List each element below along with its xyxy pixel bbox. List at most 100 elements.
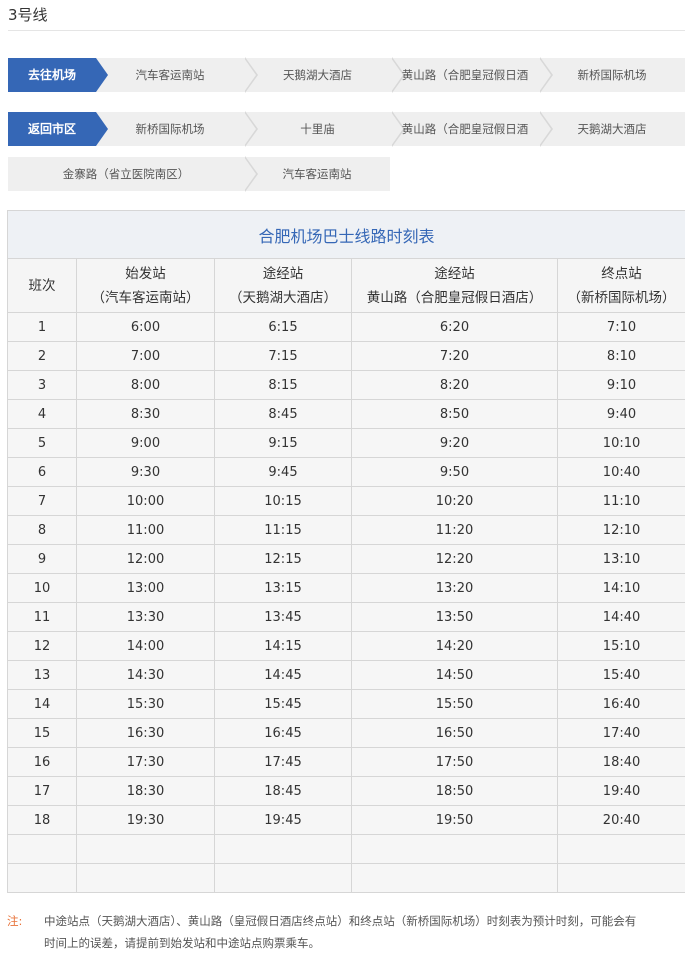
table-cell: 14:40	[556, 602, 685, 632]
table-cell-empty	[556, 863, 685, 893]
table-cell: 8:45	[214, 399, 352, 429]
table-row: 15 16:30 16:45 16:50 17:40	[7, 718, 685, 748]
table-cell: 17	[7, 776, 77, 806]
table-cell: 9:30	[76, 457, 215, 487]
table-cell: 14:30	[76, 660, 215, 690]
table-cell: 14:00	[76, 631, 215, 661]
table-cell: 14:10	[556, 573, 685, 603]
table-row: 4 8:30 8:45 8:50 9:40	[7, 399, 685, 429]
timetable: 合肥机场巴士线路时刻表 班次 始发站 （汽车客运南站） 途经站 （天鹅湖大酒店） 途…	[6, 210, 685, 893]
table-cell: 13:20	[351, 573, 558, 603]
table-cell: 6:20	[351, 312, 558, 342]
table-cell: 20:40	[556, 805, 685, 835]
route-stop: 汽车客运南站	[244, 157, 390, 191]
route-stop: 十里庙	[244, 111, 405, 147]
table-cell: 7	[7, 486, 77, 516]
table-cell: 8:10	[556, 341, 685, 371]
table-cell: 13:45	[214, 602, 352, 632]
table-cell: 13:10	[556, 544, 685, 574]
table-cell-empty	[214, 834, 352, 864]
note-label: 注:	[7, 914, 23, 928]
table-cell: 19:50	[351, 805, 558, 835]
direction-tab-to-city[interactable]: 返回市区	[8, 112, 108, 146]
table-cell: 12:00	[76, 544, 215, 574]
table-cell: 6:15	[214, 312, 352, 342]
table-cell: 15:40	[556, 660, 685, 690]
table-cell: 10	[7, 573, 77, 603]
table-cell-empty	[76, 863, 215, 893]
table-cell: 17:30	[76, 747, 215, 777]
table-cell: 19:30	[76, 805, 215, 835]
table-cell: 12:20	[351, 544, 558, 574]
table-cell: 8	[7, 515, 77, 545]
table-cell: 7:10	[556, 312, 685, 342]
table-cell: 14:50	[351, 660, 558, 690]
timetable-title: 合肥机场巴士线路时刻表	[6, 210, 685, 259]
table-cell: 15	[7, 718, 77, 748]
table-row: 17 18:30 18:45 18:50 19:40	[7, 776, 685, 806]
table-cell: 13:15	[214, 573, 352, 603]
table-cell: 6:00	[76, 312, 215, 342]
table-row: 8 11:00 11:15 11:20 12:10	[7, 515, 685, 545]
table-cell: 9:45	[214, 457, 352, 487]
table-cell: 16:50	[351, 718, 558, 748]
table-row: 9 12:00 12:15 12:20 13:10	[7, 544, 685, 574]
table-row: 12 14:00 14:15 14:20 15:10	[7, 631, 685, 661]
table-cell: 3	[7, 370, 77, 400]
table-cell: 10:00	[76, 486, 215, 516]
table-cell: 14:20	[351, 631, 558, 661]
table-cell: 9:00	[76, 428, 215, 458]
table-cell: 18:30	[76, 776, 215, 806]
route-stop: 新桥国际机场	[539, 58, 685, 92]
table-cell: 15:30	[76, 689, 215, 719]
table-cell: 7:20	[351, 341, 558, 371]
route-stop: 汽车客运南站	[96, 57, 258, 93]
table-cell: 16:45	[214, 718, 352, 748]
table-cell: 10:20	[351, 486, 558, 516]
header-via-1: 途经站 （天鹅湖大酒店）	[214, 258, 352, 313]
timetable-header-row: 班次 始发站 （汽车客运南站） 途经站 （天鹅湖大酒店） 途经站 黄山路（合肥皇冠假日…	[7, 258, 685, 313]
table-cell: 18:40	[556, 747, 685, 777]
table-cell: 10:10	[556, 428, 685, 458]
table-cell-empty	[556, 834, 685, 864]
table-cell-empty	[351, 834, 558, 864]
table-cell: 6	[7, 457, 77, 487]
table-cell: 9:15	[214, 428, 352, 458]
direction-tab-to-airport[interactable]: 去往机场	[8, 58, 108, 92]
table-row: 18 19:30 19:45 19:50 20:40	[7, 805, 685, 835]
table-row: 6 9:30 9:45 9:50 10:40	[7, 457, 685, 487]
table-cell: 16	[7, 747, 77, 777]
table-cell: 18:45	[214, 776, 352, 806]
route-stop: 天鹅湖大酒店	[539, 112, 685, 146]
table-cell: 13	[7, 660, 77, 690]
route-stop: 黄山路（合肥皇冠假日酒	[391, 111, 553, 147]
table-cell: 5	[7, 428, 77, 458]
table-row: 1 6:00 6:15 6:20 7:10	[7, 312, 685, 342]
table-cell: 13:50	[351, 602, 558, 632]
table-cell: 15:10	[556, 631, 685, 661]
table-cell: 11:10	[556, 486, 685, 516]
table-cell: 4	[7, 399, 77, 429]
table-cell: 11	[7, 602, 77, 632]
table-row: 10 13:00 13:15 13:20 14:10	[7, 573, 685, 603]
table-cell: 9:40	[556, 399, 685, 429]
table-cell-empty	[7, 834, 77, 864]
header-terminal: 终点站 （新桥国际机场）	[556, 258, 685, 313]
table-cell: 12	[7, 631, 77, 661]
table-cell: 19:40	[556, 776, 685, 806]
table-cell-empty	[214, 863, 352, 893]
table-cell: 14	[7, 689, 77, 719]
table-row: 7 10:00 10:15 10:20 11:10	[7, 486, 685, 516]
table-row: 13 14:30 14:45 14:50 15:40	[7, 660, 685, 690]
table-cell: 13:00	[76, 573, 215, 603]
table-cell: 18	[7, 805, 77, 835]
table-cell: 12:15	[214, 544, 352, 574]
header-trip: 班次	[7, 258, 77, 313]
table-row: 3 8:00 8:15 8:20 9:10	[7, 370, 685, 400]
table-cell: 16:40	[556, 689, 685, 719]
table-cell: 7:15	[214, 341, 352, 371]
table-row: 11 13:30 13:45 13:50 14:40	[7, 602, 685, 632]
table-cell: 9:50	[351, 457, 558, 487]
table-cell: 18:50	[351, 776, 558, 806]
table-cell: 2	[7, 341, 77, 371]
